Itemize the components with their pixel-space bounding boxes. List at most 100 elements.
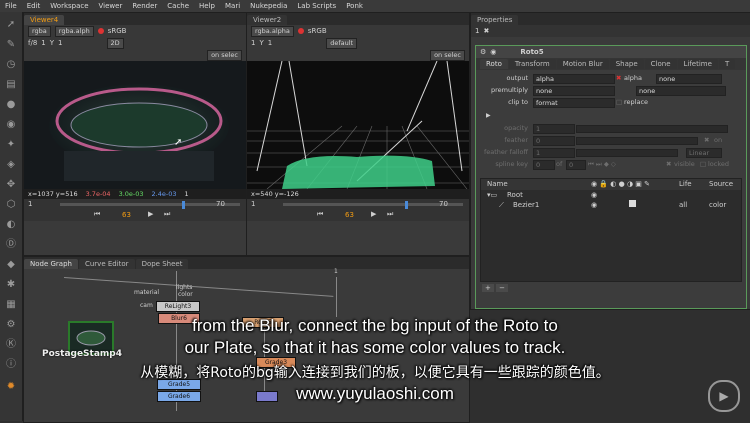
menu-nukepedia[interactable]: Nukepedia xyxy=(245,2,292,10)
keyer-icon[interactable]: ✦ xyxy=(4,138,18,152)
viewer2-lut-icon[interactable] xyxy=(297,28,304,34)
viewer2-prev-icon[interactable]: ⏮ xyxy=(317,210,323,219)
viewer2-y-value[interactable]: 1 xyxy=(268,39,272,47)
menu-ponk[interactable]: Ponk xyxy=(341,2,368,10)
visible-checkbox[interactable]: ✖ xyxy=(666,160,671,168)
tab-lifetime[interactable]: Lifetime xyxy=(677,59,718,69)
tab-curve-editor[interactable]: Curve Editor xyxy=(78,259,135,269)
3d-icon[interactable]: ⬡ xyxy=(4,198,18,212)
viewer1-onselect-select[interactable]: on selec xyxy=(207,49,242,61)
toolsets-icon[interactable]: ▦ xyxy=(4,298,18,312)
root-visible-icon[interactable]: ◉ xyxy=(591,191,597,199)
viewer1-lut-icon[interactable] xyxy=(97,28,104,34)
output-check-icon[interactable]: ✖ xyxy=(616,74,621,82)
particles-icon[interactable]: ✱ xyxy=(4,278,18,292)
properties-clear-icon[interactable]: ✖ xyxy=(483,27,489,35)
viewer2-frame[interactable]: 1 xyxy=(251,39,255,47)
menu-render[interactable]: Render xyxy=(127,2,162,10)
viewer1-play-icon[interactable]: ▶ xyxy=(148,210,153,218)
views-icon[interactable]: ◐ xyxy=(4,218,18,232)
viewer1-frame[interactable]: 1 xyxy=(41,39,45,47)
premultiply-select[interactable]: none xyxy=(533,86,615,96)
deep-icon[interactable]: Ⓓ xyxy=(4,238,18,252)
viewer1-current-frame[interactable]: 63 xyxy=(122,211,131,219)
merge-icon[interactable]: ◈ xyxy=(4,158,18,172)
viewer1-channels-select[interactable]: rgba xyxy=(28,25,51,37)
menu-viewer[interactable]: Viewer xyxy=(94,2,128,10)
viewer1-layer-select[interactable]: rgba.alph xyxy=(54,25,94,37)
tab-properties[interactable]: Properties xyxy=(471,15,519,25)
clipto-select[interactable]: format xyxy=(533,98,615,108)
clock-icon[interactable]: ◷ xyxy=(4,58,18,72)
menu-file[interactable]: File xyxy=(0,2,22,10)
tab-dope-sheet[interactable]: Dope Sheet xyxy=(135,259,189,269)
feather-input[interactable]: 0 xyxy=(533,136,575,146)
tab-clone[interactable]: Clone xyxy=(644,59,677,69)
filter-icon[interactable]: ◉ xyxy=(4,118,18,132)
viewer1-next-icon[interactable]: ⏭ xyxy=(164,210,170,219)
pointer-icon[interactable]: ➚ xyxy=(4,18,18,32)
menu-help[interactable]: Help xyxy=(194,2,220,10)
splinekey-input[interactable]: 0 xyxy=(533,160,555,170)
opacity-input[interactable]: 1 xyxy=(533,124,575,134)
tab-shape[interactable]: Shape xyxy=(609,59,644,69)
roto5-settings-icon[interactable]: ⚙ xyxy=(480,48,486,56)
color-icon[interactable]: ● xyxy=(4,98,18,112)
viewer2-channels-select[interactable]: rgba.alpha xyxy=(251,25,294,37)
tab-viewer2[interactable]: Viewer2 xyxy=(247,15,288,25)
menu-lab-scripts[interactable]: Lab Scripts xyxy=(292,2,341,10)
viewer2-current-frame[interactable]: 63 xyxy=(345,211,354,219)
expand-arrow-icon[interactable]: ▶ xyxy=(486,112,491,119)
tree-row-root[interactable]: ▾▭ Root ◉ xyxy=(481,190,741,200)
viewer2-timeline[interactable]: 1 70 63 ▶ ⏭ ⏮ xyxy=(247,199,469,221)
viewer2-next-icon[interactable]: ⏭ xyxy=(387,210,393,219)
tab-transform[interactable]: Transform xyxy=(508,59,556,69)
tab-viewer4[interactable]: Viewer4 xyxy=(24,15,65,25)
tree-add-icon[interactable]: + xyxy=(482,284,494,292)
paint-icon[interactable]: ✎ xyxy=(4,38,18,52)
menu-workspace[interactable]: Workspace xyxy=(45,2,93,10)
premultiply-none-select[interactable]: none xyxy=(636,86,726,96)
falloff-type-select[interactable]: Linear xyxy=(686,148,722,158)
viewer1-colorspace[interactable]: sRGB xyxy=(108,27,127,35)
menu-mari[interactable]: Mari xyxy=(220,2,245,10)
bezier-color-swatch[interactable] xyxy=(629,200,636,207)
tree-row-bezier[interactable]: ⟋ Bezier1 ◉ all color xyxy=(481,200,741,210)
viewer2-image[interactable] xyxy=(247,61,469,189)
falloff-input[interactable]: 1 xyxy=(533,148,575,158)
viewer2-mode-select[interactable]: default xyxy=(326,37,358,49)
viewer1-image[interactable]: ➚ xyxy=(24,61,246,189)
viewer1-prev-icon[interactable]: ⏮ xyxy=(94,210,100,219)
tab-t[interactable]: T xyxy=(718,59,736,69)
replace-checkbox[interactable]: □ xyxy=(616,98,622,106)
falloff-slider[interactable] xyxy=(576,149,678,157)
tab-roto[interactable]: Roto xyxy=(480,59,508,69)
bezier-visible-icon[interactable]: ◉ xyxy=(591,201,597,209)
output-select[interactable]: alpha xyxy=(533,74,615,84)
viewer2-play-icon[interactable]: ▶ xyxy=(371,210,376,218)
viewer2-colorspace[interactable]: sRGB xyxy=(308,27,327,35)
tree-add-remove-buttons[interactable]: + − xyxy=(482,284,508,292)
metadata-icon[interactable]: ◆ xyxy=(4,258,18,272)
viewer2-playhead[interactable] xyxy=(405,201,408,209)
tab-node-graph[interactable]: Node Graph xyxy=(24,259,78,269)
output-none-select[interactable]: none xyxy=(656,74,722,84)
tab-motion-blur[interactable]: Motion Blur xyxy=(556,59,609,69)
feather-on-checkbox[interactable]: ✖ xyxy=(704,136,709,144)
viewer1-timeline[interactable]: 1 70 63 ▶ ⏭ ⏮ xyxy=(24,199,246,221)
viewer1-2d-select[interactable]: 2D xyxy=(106,37,124,49)
viewer2-onselect-select[interactable]: on selec xyxy=(430,49,465,61)
viewer1-playhead[interactable] xyxy=(182,201,185,209)
feather-slider[interactable] xyxy=(576,137,698,145)
viewer1-y-value[interactable]: 1 xyxy=(58,39,62,47)
channel-icon[interactable]: ▤ xyxy=(4,78,18,92)
tree-remove-icon[interactable]: − xyxy=(496,284,508,292)
roto5-name[interactable]: Roto5 xyxy=(520,48,543,56)
menu-edit[interactable]: Edit xyxy=(22,2,46,10)
node-relight3[interactable]: ReLight3 xyxy=(156,301,200,312)
transform-icon[interactable]: ✥ xyxy=(4,178,18,192)
key-nav-icons[interactable]: ⏮ ⏭ ◆ ◇ xyxy=(588,160,616,169)
viewer1-fstop[interactable]: f/8 xyxy=(28,39,37,47)
locked-checkbox[interactable]: □ xyxy=(700,160,706,168)
menu-cache[interactable]: Cache xyxy=(162,2,194,10)
